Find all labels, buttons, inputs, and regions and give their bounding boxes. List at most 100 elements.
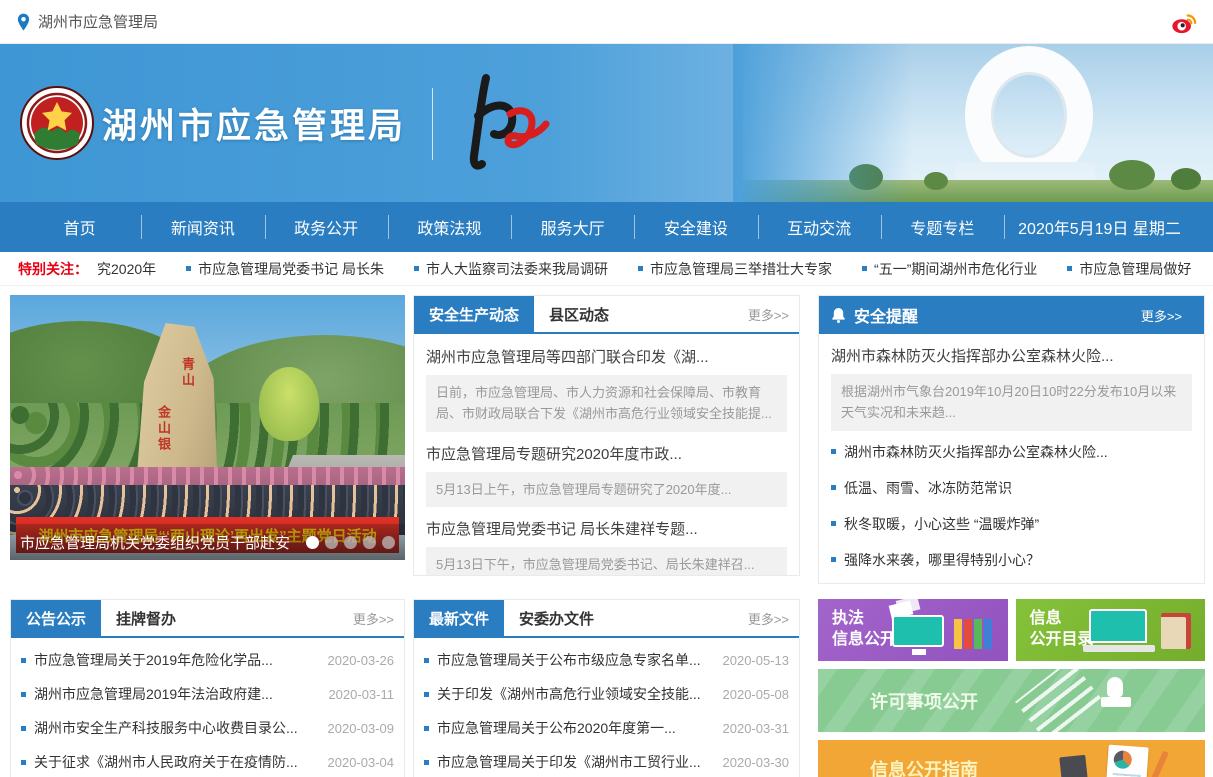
tree-icon: [924, 172, 948, 190]
carousel-dot[interactable]: [325, 536, 338, 549]
latest-files-section: 最新文件 安委办文件 更多>> 市应急管理局关于公布市级应急专家名单...202…: [413, 599, 800, 777]
alert-list-item[interactable]: 湖州市森林防灭火指挥部办公室森林火险...: [831, 434, 1192, 470]
carousel-dot[interactable]: [306, 536, 319, 549]
item-date: 2020-03-04: [328, 755, 395, 770]
nav-item-safety-building[interactable]: 安全建设: [634, 202, 757, 252]
item-date: 2020-05-08: [723, 687, 790, 702]
news-more-link[interactable]: 更多>>: [748, 305, 799, 324]
ticker-item[interactable]: 市应急管理局做好: [1067, 259, 1191, 279]
bullet-icon: [21, 692, 26, 697]
site-banner: 湖州市应急管理局: [0, 44, 1213, 202]
bullet-icon: [831, 449, 836, 454]
carousel-dot[interactable]: [382, 536, 395, 549]
alert-list-item[interactable]: 强降水来袭，哪里得特别小心？: [831, 542, 1192, 578]
bullet-icon: [424, 692, 429, 697]
alert-featured: 湖州市森林防灭火指挥部办公室森林火险... 根据湖州市气象台2019年10月20…: [819, 345, 1204, 431]
notice-list-item[interactable]: 湖州市安全生产科技服务中心收费目录公...2020-03-09: [13, 711, 394, 745]
bullet-icon: [186, 266, 191, 271]
file-list-item[interactable]: 市应急管理局关于公布市级应急专家名单...2020-05-13: [416, 643, 789, 677]
news-title[interactable]: 湖州市应急管理局等四部门联合印发《湖...: [426, 346, 787, 367]
alert-list-item[interactable]: 暑期高温多雨 警惕交通安全风险: [831, 578, 1192, 584]
stone-inscription: 金山银: [154, 405, 173, 453]
folder-icon: [1161, 613, 1191, 649]
safety-news-section: 安全生产动态 县区动态 更多>> 湖州市应急管理局等四部门联合印发《湖... 日…: [413, 295, 800, 576]
ticker-item[interactable]: 市应急管理局党委书记 局长朱: [186, 259, 384, 279]
nav-item-special-columns[interactable]: 专题专栏: [881, 202, 1004, 252]
document-lines-icon: [1015, 669, 1101, 732]
nav-item-news[interactable]: 新闻资讯: [141, 202, 264, 252]
news-item: 市应急管理局党委书记 局长朱建祥专题... 5月13日下午，市应急管理局党委书记…: [426, 518, 787, 576]
item-date: 2020-03-30: [723, 755, 790, 770]
carousel-dots: [306, 536, 395, 549]
bullet-icon: [21, 726, 26, 731]
news-title[interactable]: 市应急管理局专题研究2020年度市政...: [426, 443, 787, 464]
nav-item-policies[interactable]: 政策法规: [388, 202, 511, 252]
tree-icon: [1171, 168, 1201, 190]
tab-listed-supervision[interactable]: 挂牌督办: [101, 599, 191, 637]
tab-county-news[interactable]: 县区动态: [534, 295, 624, 333]
tab-safety-committee-files[interactable]: 安委办文件: [504, 599, 609, 637]
ticker-item[interactable]: “五一”期间湖州市危化行业: [862, 259, 1037, 279]
page-title: 湖州市应急管理局: [102, 98, 406, 149]
notice-list-item[interactable]: 湖州市应急管理局2019年法治政府建...2020-03-11: [13, 677, 394, 711]
bullet-icon: [424, 726, 429, 731]
ticker-item[interactable]: 研究2020年: [98, 259, 156, 279]
location-pin-icon: [16, 13, 31, 31]
info-disclosure-guide-banner[interactable]: 信息公开指南: [818, 740, 1205, 777]
ticker-item[interactable]: 市应急管理局三举措壮大专家: [638, 259, 832, 279]
law-enforcement-disclosure-card[interactable]: 执法信息公开: [818, 599, 1008, 661]
ticker-label: 特别关注：: [18, 259, 88, 279]
news-item: 湖州市应急管理局等四部门联合印发《湖... 日前，市应急管理局、市人力资源和社会…: [426, 346, 787, 432]
license-matters-disclosure-banner[interactable]: 许可事项公开: [818, 669, 1205, 732]
pencil-icon: [1147, 751, 1169, 777]
file-list-item[interactable]: 市应急管理局关于印发《湖州市工贸行业...2020-03-30: [416, 745, 789, 777]
nav-item-gov-affairs[interactable]: 政务公开: [265, 202, 388, 252]
carousel-dot[interactable]: [344, 536, 357, 549]
photo-carousel[interactable]: 青山 金山银 湖州市应急管理局“‘两山理论’再出发”主题党日活动 市应急管理局机…: [10, 295, 405, 560]
nav-item-service-hall[interactable]: 服务大厅: [511, 202, 634, 252]
carousel-caption[interactable]: 市应急管理局机关党委组织党员干部赴安: [20, 532, 306, 553]
alert-featured-summary: 根据湖州市气象台2019年10月20日10时22分发布10月以来天气实况和未来趋…: [831, 374, 1192, 431]
carousel-dot[interactable]: [363, 536, 376, 549]
file-list-item[interactable]: 市应急管理局关于公布2020年度第一...2020-03-31: [416, 711, 789, 745]
news-title[interactable]: 市应急管理局党委书记 局长朱建祥专题...: [426, 518, 787, 539]
notices-more-link[interactable]: 更多>>: [353, 609, 404, 628]
file-list-item[interactable]: 关于印发《湖州市高危行业领域安全技能...2020-05-08: [416, 677, 789, 711]
ticker-item[interactable]: 市人大监察司法委来我局调研: [414, 259, 608, 279]
notebook-icon: [1059, 755, 1088, 777]
item-date: 2020-03-09: [328, 721, 395, 736]
info-disclosure-catalog-card[interactable]: 信息公开目录: [1016, 599, 1206, 661]
notice-list-item[interactable]: 关于征求《湖州市人民政府关于在疫情防...2020-03-04: [13, 745, 394, 777]
monitor-icon: [892, 615, 944, 647]
alert-list-item[interactable]: 秋冬取暖，小心这些 “温暖炸弹”: [831, 506, 1192, 542]
item-date: 2020-03-31: [723, 721, 790, 736]
bullet-icon: [21, 760, 26, 765]
bullet-icon: [21, 658, 26, 663]
current-date: 2020年5月19日 星期二: [1004, 202, 1195, 252]
tab-safety-production-news[interactable]: 安全生产动态: [414, 295, 534, 333]
alert-featured-title[interactable]: 湖州市森林防灭火指挥部办公室森林火险...: [831, 345, 1192, 366]
news-summary: 日前，市应急管理局、市人力资源和社会保障局、市教育局、市财政局联合下发《湖州市高…: [426, 375, 787, 432]
item-date: 2020-05-13: [723, 653, 790, 668]
bullet-icon: [638, 266, 643, 271]
notice-list-item[interactable]: 市应急管理局关于2019年危险化学品...2020-03-26: [13, 643, 394, 677]
bullet-icon: [862, 266, 867, 271]
files-more-link[interactable]: 更多>>: [748, 609, 799, 628]
alert-list-item[interactable]: 低温、雨雪、冰冻防范常识: [831, 470, 1192, 506]
public-notice-section: 公告公示 挂牌督办 更多>> 市应急管理局关于2019年危险化学品...2020…: [10, 599, 405, 777]
bureau-emblem-logo: [20, 86, 94, 160]
current-site-location[interactable]: 湖州市应急管理局: [16, 11, 158, 32]
bullet-icon: [831, 485, 836, 490]
tab-latest-files[interactable]: 最新文件: [414, 599, 504, 637]
bullet-icon: [414, 266, 419, 271]
tab-public-notices[interactable]: 公告公示: [11, 599, 101, 637]
nav-item-home[interactable]: 首页: [18, 202, 141, 252]
title-divider: [432, 88, 433, 160]
scene-fade: [733, 44, 913, 202]
bullet-icon: [424, 658, 429, 663]
ticker-track: 研究2020年 市应急管理局党委书记 局长朱 市人大监察司法委来我局调研 市应急…: [98, 259, 1213, 279]
nav-item-interaction[interactable]: 互动交流: [758, 202, 881, 252]
weibo-icon[interactable]: [1171, 9, 1197, 35]
alerts-more-link[interactable]: 更多>>: [1141, 306, 1192, 325]
books-icon: [954, 619, 992, 649]
